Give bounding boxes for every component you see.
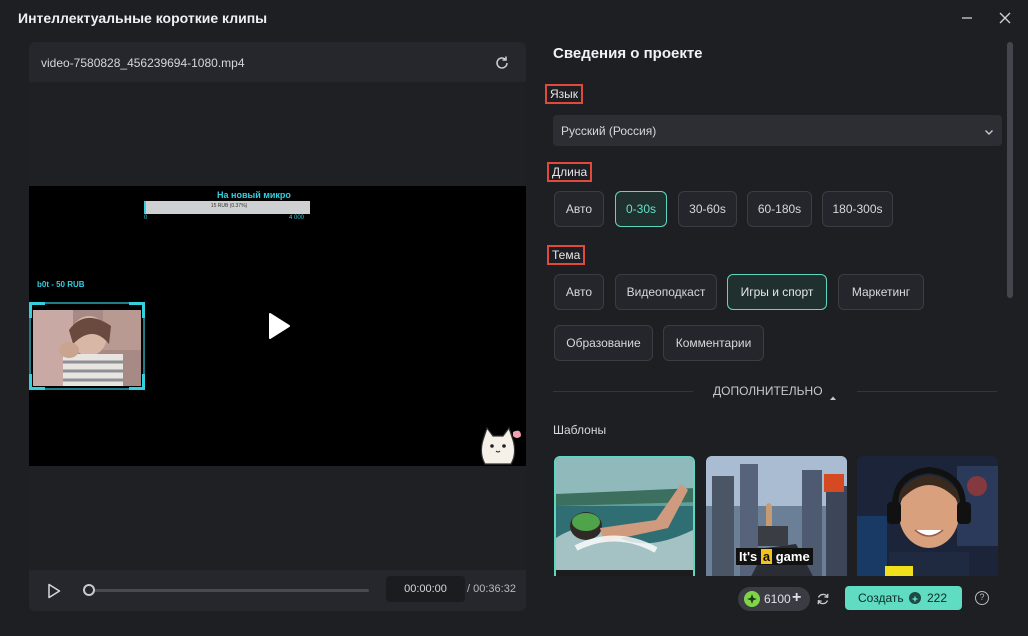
file-bar: video-7580828_456239694-1080.mp4 xyxy=(29,42,526,82)
length-option-30-60s[interactable]: 30-60s xyxy=(678,191,737,227)
file-name: video-7580828_456239694-1080.mp4 xyxy=(41,56,245,70)
theme-option-marketing[interactable]: Маркетинг xyxy=(838,274,924,310)
replace-video-icon[interactable] xyxy=(491,52,513,74)
help-icon[interactable]: ? xyxy=(975,591,989,605)
donate-max-value: 4 000 xyxy=(289,215,305,221)
template-game[interactable]: It's a game xyxy=(706,456,847,576)
donate-progress-bar: 15 RUB (0.37%) xyxy=(144,201,310,214)
donate-goal-title: На новый микро xyxy=(217,190,291,200)
current-time-field[interactable]: 00:00:00 xyxy=(386,576,465,602)
donate-progress-text: 15 RUB (0.37%) xyxy=(210,203,248,209)
credits-icon xyxy=(744,591,760,607)
create-button[interactable]: Создать 222 xyxy=(845,586,962,610)
close-icon[interactable] xyxy=(992,6,1018,30)
video-area[interactable]: На новый микро 15 RUB (0.37%) 0 4 000 b0… xyxy=(29,82,526,570)
theme-option-education[interactable]: Образование xyxy=(554,325,653,361)
create-cost: 222 xyxy=(927,591,948,605)
length-option-60-180s[interactable]: 60-180s xyxy=(747,191,812,227)
last-donor-text: b0t - 50 RUB xyxy=(37,280,85,289)
advanced-toggle[interactable]: ДОПОЛНИТЕЛЬНО xyxy=(553,384,997,400)
playback-controls: 00:00:00 / 00:36:32 xyxy=(29,570,526,611)
play-icon[interactable] xyxy=(43,580,65,602)
webcam-image xyxy=(33,310,141,386)
video-preview-panel: video-7580828_456239694-1080.mp4 На новы… xyxy=(29,42,526,611)
section-title: Сведения о проекте xyxy=(553,45,703,62)
length-option-180-300s[interactable]: 180-300s xyxy=(822,191,893,227)
advanced-label: ДОПОЛНИТЕЛЬНО xyxy=(713,384,823,398)
language-label: Язык xyxy=(545,84,584,104)
title-bar: Интеллектуальные короткие клипы xyxy=(0,0,1028,36)
theme-option-commentary[interactable]: Комментарии xyxy=(663,325,764,361)
language-value: Русский (Россия) xyxy=(561,124,657,138)
caret-up-icon xyxy=(829,388,837,400)
credits-balance[interactable]: 6100 + xyxy=(738,587,810,611)
minimize-icon[interactable] xyxy=(954,6,980,30)
window-title: Интеллектуальные короткие клипы xyxy=(18,10,268,26)
total-time: / 00:36:32 xyxy=(467,583,516,595)
create-label: Создать xyxy=(858,591,904,605)
add-credits-icon[interactable]: + xyxy=(792,589,801,607)
length-option-auto[interactable]: Авто xyxy=(554,191,604,227)
theme-label: Тема xyxy=(547,245,586,265)
donate-min-value: 0 xyxy=(144,215,148,221)
video-frame[interactable]: На новый микро 15 RUB (0.37%) 0 4 000 b0… xyxy=(29,186,526,466)
language-select[interactable]: Русский (Россия) xyxy=(553,115,1002,146)
refresh-credits-icon[interactable] xyxy=(814,590,832,608)
template-streamer[interactable] xyxy=(857,456,998,576)
theme-option-auto[interactable]: Авто xyxy=(554,274,604,310)
length-option-0-30s[interactable]: 0-30s xyxy=(615,191,667,227)
divider xyxy=(553,391,693,392)
settings-scrollbar[interactable] xyxy=(1007,42,1013,298)
credits-value: 6100 xyxy=(764,592,791,606)
theme-option-podcast[interactable]: Видеоподкаст xyxy=(615,274,717,310)
theme-option-games-sports[interactable]: Игры и спорт xyxy=(727,274,827,310)
templates-label: Шаблоны xyxy=(553,423,607,437)
chevron-down-icon xyxy=(983,125,995,137)
cat-sticker xyxy=(477,422,523,466)
project-settings-panel: Сведения о проекте Язык Русский (Россия)… xyxy=(537,36,1007,576)
play-overlay-icon[interactable] xyxy=(261,308,297,344)
timeline-scrubber[interactable] xyxy=(83,584,95,596)
webcam-overlay xyxy=(29,302,145,390)
coin-icon xyxy=(909,592,921,604)
divider xyxy=(857,391,997,392)
template-caption: It's a game xyxy=(736,548,813,565)
template-swimmer[interactable] xyxy=(554,456,695,576)
length-label: Длина xyxy=(547,162,593,182)
timeline-track[interactable] xyxy=(87,589,369,592)
